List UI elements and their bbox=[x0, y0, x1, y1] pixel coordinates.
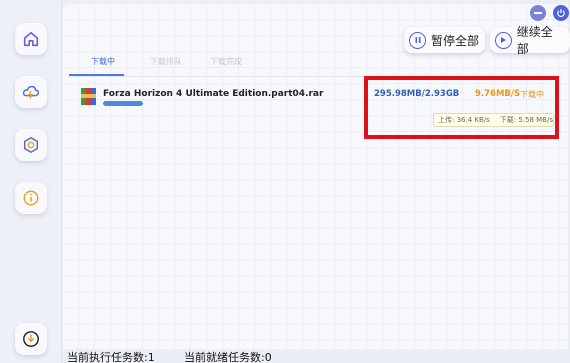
sidebar-item-about[interactable] bbox=[15, 182, 47, 214]
highlight-box bbox=[364, 76, 559, 139]
ready-tasks-count: 当前就绪任务数:0 bbox=[184, 351, 272, 363]
main-panel bbox=[62, 3, 568, 349]
resume-all-label: 继续全部 bbox=[516, 25, 553, 56]
sidebar-item-settings[interactable] bbox=[15, 129, 47, 161]
tab-completed[interactable]: 下载完成 bbox=[210, 56, 242, 67]
pause-icon bbox=[409, 31, 426, 49]
running-tasks-count: 当前执行任务数:1 bbox=[67, 351, 155, 363]
task-file-name: Forza Horizon 4 Ultimate Edition.part04.… bbox=[103, 89, 324, 99]
hexagon-gear-icon bbox=[23, 136, 39, 154]
sidebar-item-home[interactable] bbox=[15, 23, 47, 55]
pause-all-button[interactable]: 暂停全部 bbox=[404, 27, 486, 53]
minimize-button[interactable] bbox=[530, 5, 546, 21]
rar-archive-icon bbox=[81, 88, 96, 105]
info-icon bbox=[23, 190, 39, 206]
cloud-lightning-icon bbox=[22, 85, 40, 99]
home-icon bbox=[23, 31, 39, 47]
power-icon bbox=[557, 9, 565, 18]
task-progress-bar bbox=[103, 101, 143, 106]
download-arrow-icon bbox=[23, 331, 39, 347]
tab-downloading[interactable]: 下载中 bbox=[91, 56, 115, 67]
task-progress-fill bbox=[103, 101, 143, 106]
close-button[interactable] bbox=[553, 5, 569, 21]
play-icon bbox=[495, 31, 512, 49]
sidebar-item-download[interactable] bbox=[15, 323, 47, 355]
minus-icon bbox=[534, 12, 542, 14]
sidebar bbox=[0, 0, 62, 363]
resume-all-button[interactable]: 继续全部 bbox=[490, 25, 570, 56]
sidebar-item-cloud[interactable] bbox=[15, 76, 47, 108]
tab-queued[interactable]: 下载排队 bbox=[150, 56, 182, 67]
pause-all-label: 暂停全部 bbox=[431, 33, 480, 48]
